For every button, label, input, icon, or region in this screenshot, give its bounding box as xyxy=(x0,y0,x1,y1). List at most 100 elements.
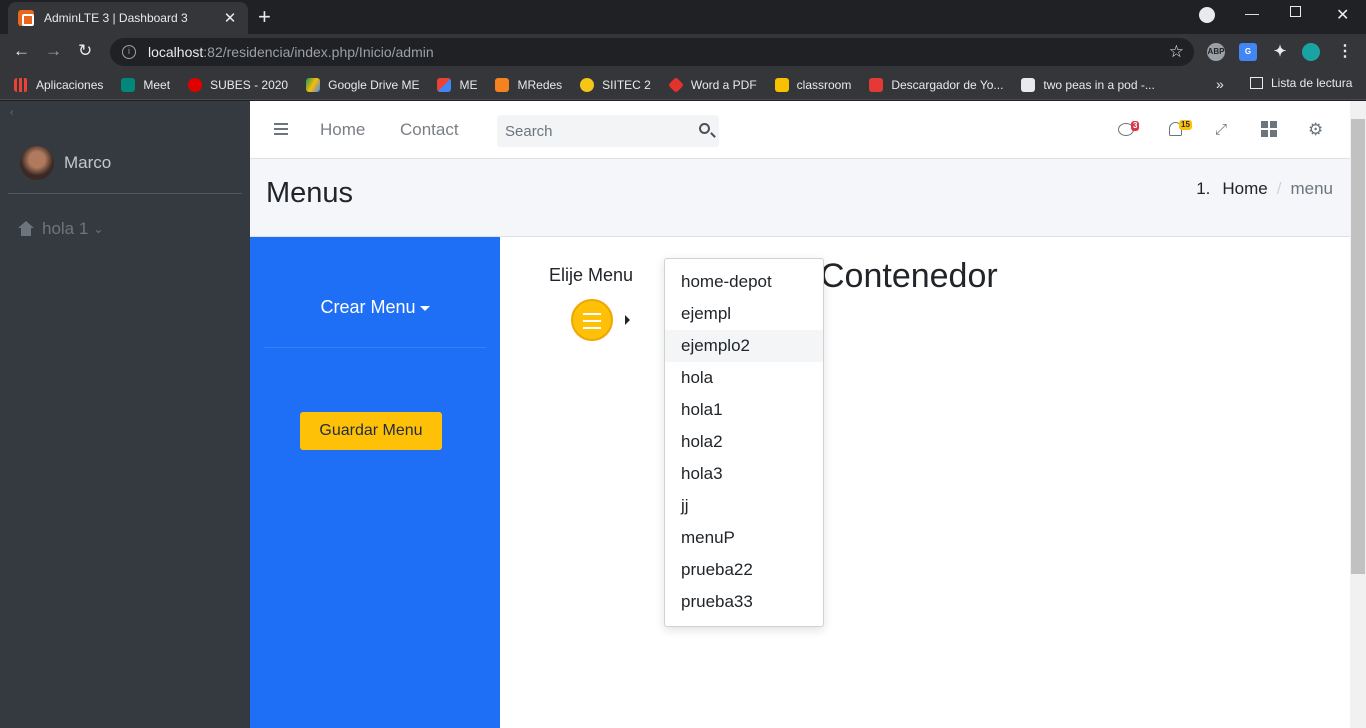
bookmark-subes[interactable]: SUBES - 2020 xyxy=(188,77,288,92)
hamburger-menu-icon[interactable] xyxy=(274,123,288,135)
dropdown-item-home-depot[interactable]: home-depot xyxy=(665,266,823,298)
breadcrumb-index: 1. xyxy=(1196,179,1211,198)
page-scrollbar[interactable] xyxy=(1350,101,1366,728)
breadcrumb-home-link[interactable]: Home xyxy=(1222,179,1267,199)
search-input[interactable] xyxy=(497,115,677,147)
dropdown-item-ejemplo2[interactable]: ejemplo2 xyxy=(665,330,823,362)
gmail-icon xyxy=(437,77,452,92)
url-host: localhost xyxy=(148,44,204,60)
dropdown-item-menup[interactable]: menuP xyxy=(665,522,823,554)
dropdown-item-hola1[interactable]: hola1 xyxy=(665,394,823,426)
window-close-icon[interactable]: ✕ xyxy=(1336,5,1349,25)
scrollbar-thumb[interactable] xyxy=(1351,119,1365,574)
notifications-bell-icon[interactable]: 15 xyxy=(1169,120,1192,136)
reading-list-button[interactable]: Lista de lectura xyxy=(1250,76,1352,90)
extensions-puzzle-icon[interactable]: ✦ xyxy=(1271,43,1289,61)
restore-icon[interactable] xyxy=(1290,6,1301,17)
contenedor-heading: Contenedor xyxy=(820,257,998,295)
menu-toggle-button[interactable] xyxy=(571,299,613,341)
address-bar[interactable]: i localhost:82/residencia/index.php/Inic… xyxy=(110,38,1194,66)
two-peas-icon xyxy=(1021,77,1036,92)
bookmark-word-a-pdf[interactable]: Word a PDF xyxy=(667,76,757,93)
sidebar-collapse-icon[interactable]: ‹ xyxy=(10,107,13,118)
bookmarks-more-icon[interactable]: » xyxy=(1216,76,1224,92)
elije-menu-label: Elije Menu xyxy=(549,265,634,285)
meet-icon xyxy=(121,77,136,92)
bookmark-meet[interactable]: Meet xyxy=(121,77,170,92)
main-sidebar: ‹ Marco hola 1 ⌄ xyxy=(0,101,250,728)
new-tab-button[interactable]: + xyxy=(258,4,271,30)
tab-close-icon[interactable]: ✕ xyxy=(222,9,238,27)
apps-grid-icon xyxy=(14,77,28,92)
menu-select-dropdown: home-depot ejempl ejemplo2 hola hola1 ho… xyxy=(664,258,824,627)
translate-extension-icon[interactable]: G xyxy=(1239,43,1257,61)
browser-tab[interactable]: AdminLTE 3 | Dashboard 3 ✕ xyxy=(8,2,248,34)
reload-icon[interactable]: ↻ xyxy=(78,41,92,61)
bookmark-descargador[interactable]: Descargador de Yo... xyxy=(869,77,1003,92)
dropdown-item-ejempl[interactable]: ejempl xyxy=(665,298,823,330)
bookmark-siitec[interactable]: SIITEC 2 xyxy=(580,77,651,92)
guardar-menu-button[interactable]: Guardar Menu xyxy=(300,412,442,450)
reading-list-icon xyxy=(1250,77,1263,89)
bookmark-google-drive[interactable]: Google Drive ME xyxy=(306,77,419,92)
bars-icon-line xyxy=(583,313,601,315)
page-title: Menus xyxy=(266,177,354,209)
bars-icon-line xyxy=(583,320,601,322)
nav-home-link[interactable]: Home xyxy=(320,120,365,140)
search-icon[interactable] xyxy=(699,123,710,134)
messages-icon[interactable]: 3 xyxy=(1118,121,1140,136)
bookmarks-bar: Aplicaciones Meet SUBES - 2020 Google Dr… xyxy=(0,70,1366,100)
content-header: Menus 1. Home / menu xyxy=(250,159,1350,237)
notifications-badge: 15 xyxy=(1179,120,1192,130)
crear-menu-dropdown[interactable]: Crear Menu xyxy=(250,297,500,318)
dropdown-item-prueba33[interactable]: prueba33 xyxy=(665,586,823,618)
dropdown-item-jj[interactable]: jj xyxy=(665,490,823,522)
profile-dropdown-icon[interactable] xyxy=(1199,7,1215,23)
bookmark-gmail[interactable]: ME xyxy=(437,77,477,92)
settings-gear-icon[interactable]: ⚙ xyxy=(1308,121,1326,139)
google-drive-icon xyxy=(306,77,321,92)
back-icon[interactable]: ← xyxy=(13,41,30,61)
fullscreen-icon[interactable]: ⤢ xyxy=(1212,121,1230,139)
bookmark-mredes[interactable]: MRedes xyxy=(495,77,562,92)
bars-icon-line xyxy=(583,327,601,329)
top-navbar: Home Contact 3 15 ⤢ ⚙ xyxy=(250,101,1350,159)
siitec-icon xyxy=(580,77,595,92)
url-path: :82/residencia/index.php/Inicio/admin xyxy=(203,44,434,60)
browser-tab-bar: AdminLTE 3 | Dashboard 3 ✕ + — ✕ xyxy=(0,0,1366,34)
chevron-down-icon: ⌄ xyxy=(93,222,104,236)
user-panel[interactable]: Marco xyxy=(0,133,250,193)
caret-right-icon[interactable] xyxy=(625,315,630,325)
sidebar-item-hola-1[interactable]: hola 1 ⌄ xyxy=(16,219,103,239)
bookmark-classroom[interactable]: classroom xyxy=(774,77,851,92)
bookmark-two-peas[interactable]: two peas in a pod -... xyxy=(1021,77,1155,92)
profile-avatar-icon[interactable] xyxy=(1302,43,1320,61)
crear-menu-label: Crear Menu xyxy=(320,297,416,317)
messages-badge: 3 xyxy=(1131,121,1140,131)
bookmark-aplicaciones[interactable]: Aplicaciones xyxy=(14,77,103,92)
user-name: Marco xyxy=(64,153,112,172)
browser-menu-icon[interactable]: ⋮ xyxy=(1336,43,1354,61)
home-icon xyxy=(16,221,36,237)
minimize-icon[interactable]: — xyxy=(1245,5,1259,21)
sidebar-divider xyxy=(8,193,242,194)
dropdown-item-hola[interactable]: hola xyxy=(665,362,823,394)
adminlte-favicon-icon xyxy=(18,10,34,26)
adblock-extension-icon[interactable]: ABP xyxy=(1207,43,1225,61)
tab-title: AdminLTE 3 | Dashboard 3 xyxy=(44,11,188,25)
caret-down-icon xyxy=(419,305,430,311)
breadcrumb-current: menu xyxy=(1290,179,1333,198)
sidebar-item-label: hola 1 xyxy=(42,219,89,238)
dropdown-item-prueba22[interactable]: prueba22 xyxy=(665,554,823,586)
dropdown-item-hola3[interactable]: hola3 xyxy=(665,458,823,490)
breadcrumb-separator: / xyxy=(1276,179,1282,198)
download-icon xyxy=(869,77,884,92)
panel-divider xyxy=(264,347,486,348)
subes-icon xyxy=(188,77,203,92)
forward-icon[interactable]: → xyxy=(45,41,62,61)
nav-contact-link[interactable]: Contact xyxy=(400,120,459,140)
bookmark-star-icon[interactable]: ☆ xyxy=(1169,42,1184,62)
site-info-icon[interactable]: i xyxy=(122,45,136,59)
control-sidebar-grid-icon[interactable] xyxy=(1261,121,1279,139)
dropdown-item-hola2[interactable]: hola2 xyxy=(665,426,823,458)
